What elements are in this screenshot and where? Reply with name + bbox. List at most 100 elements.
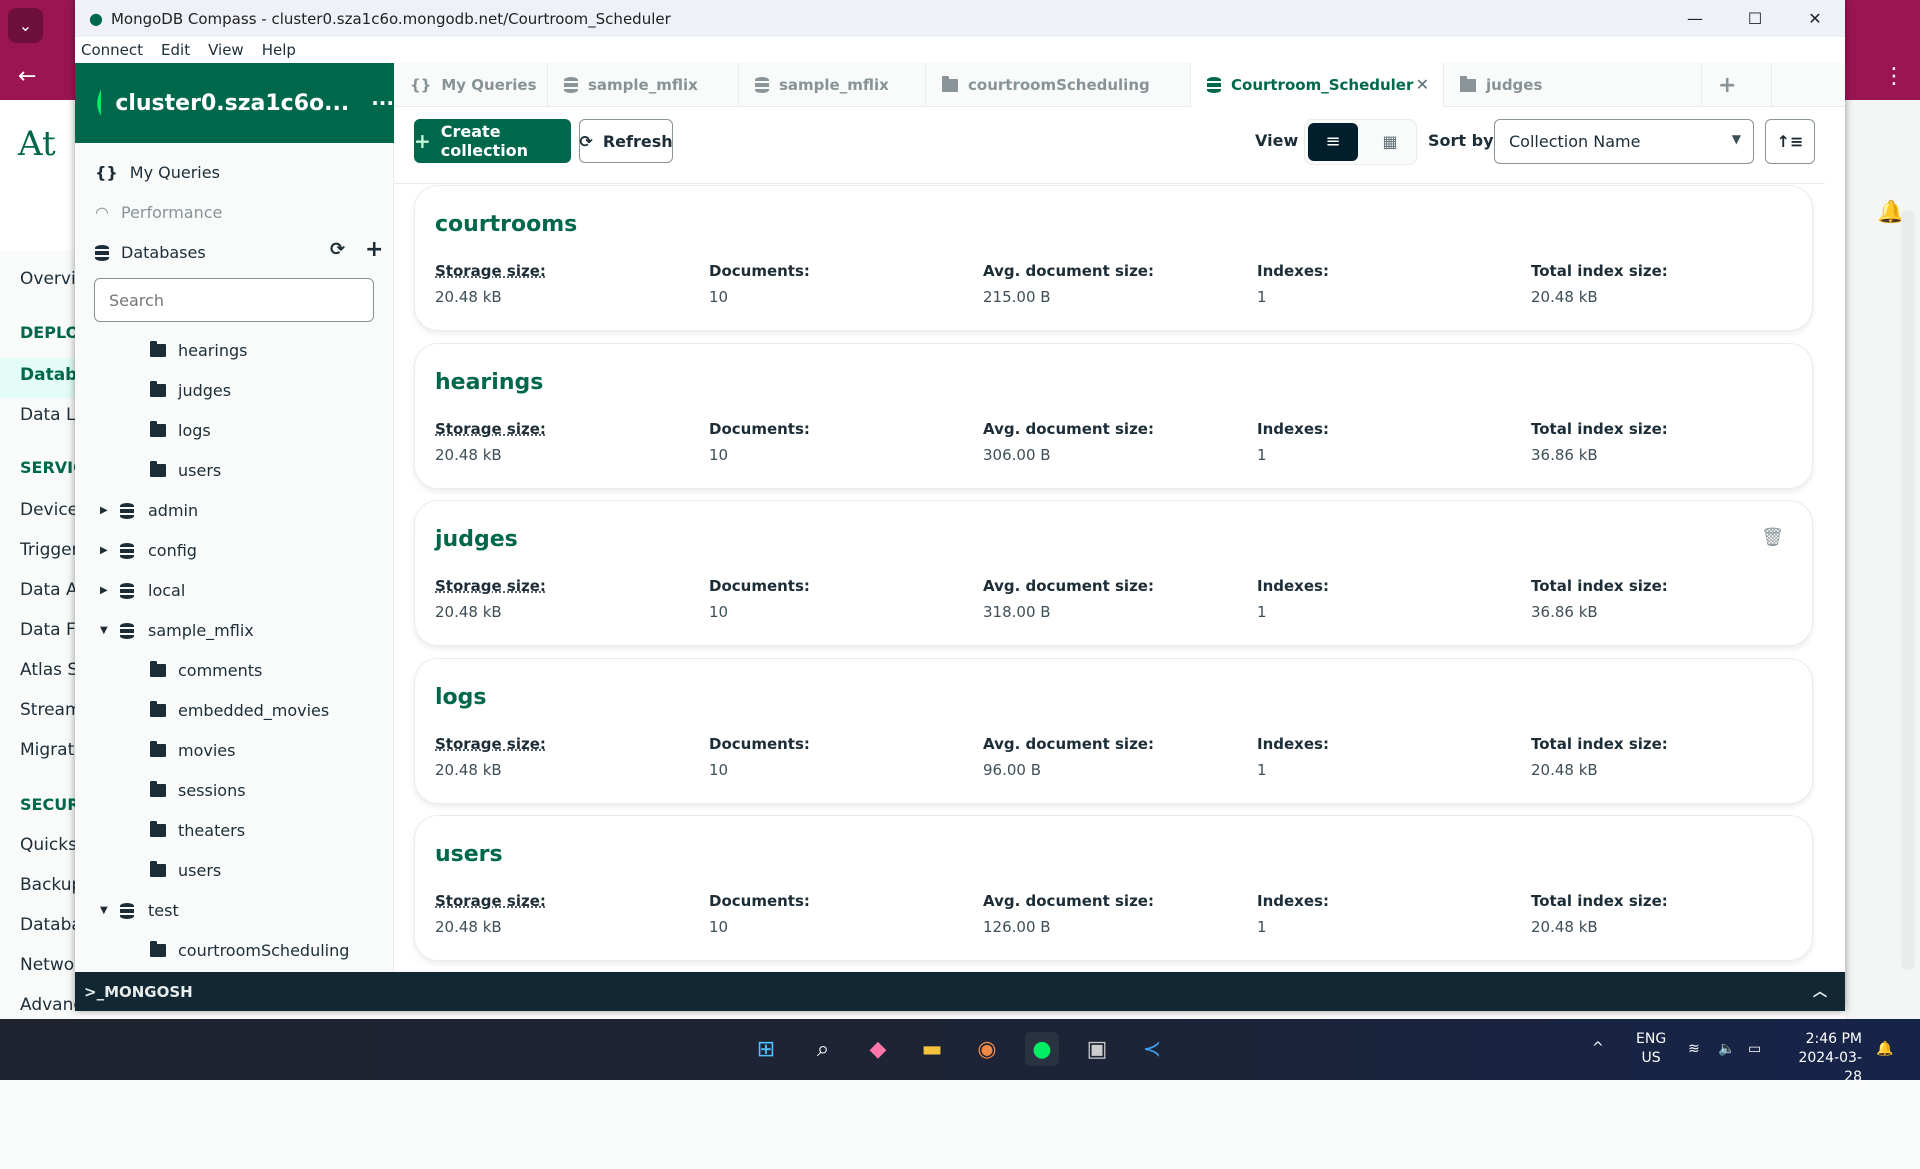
caret-right-icon[interactable]: ▶ xyxy=(100,545,120,556)
menu-help[interactable]: Help xyxy=(262,41,296,59)
collection-card-users[interactable]: users Storage size: 20.48 kB Documents: 10 Av… xyxy=(414,815,1813,961)
collection-card-judges[interactable]: judges Storage size: 20.48 kB Documents: 10 A… xyxy=(414,500,1813,646)
trash-icon[interactable]: 🗑 xyxy=(1761,527,1784,548)
nav-data-api[interactable]: Data API xyxy=(20,580,75,600)
windows-start-icon[interactable]: ⊞ xyxy=(749,1032,783,1066)
clock[interactable]: 2:46 PM 2024-03-28 xyxy=(1782,1030,1862,1087)
tree-database-sample_mflix[interactable]: ▼ sample_mflix xyxy=(100,621,254,640)
database-icon xyxy=(120,902,134,919)
tree-database-config[interactable]: ▶ config xyxy=(100,541,197,560)
tab-sample_mflix[interactable]: sample_mflix xyxy=(739,63,926,107)
caret-right-icon[interactable]: ▶ xyxy=(100,505,120,516)
new-tab-button[interactable]: + xyxy=(1702,63,1772,107)
grid-view-button[interactable]: ▦ xyxy=(1365,123,1415,161)
nav-network[interactable]: Network xyxy=(20,955,75,975)
tab-courtroom_scheduler[interactable]: Courtroom_Scheduler ✕ xyxy=(1191,63,1444,107)
vscode-icon[interactable]: ≺ xyxy=(1135,1032,1169,1066)
tree-collection-users[interactable]: users xyxy=(150,861,221,880)
chrome-icon[interactable]: ◉ xyxy=(970,1032,1004,1066)
battery-icon[interactable]: ▭ xyxy=(1748,1040,1761,1059)
create-database-icon[interactable]: + xyxy=(365,237,383,262)
tab-courtroomscheduling[interactable]: courtroomScheduling xyxy=(926,63,1191,107)
sidebar-item-performance[interactable]: ◠ Performance xyxy=(95,203,222,222)
close-window-button[interactable]: ✕ xyxy=(1785,0,1845,37)
collection-name[interactable]: users xyxy=(435,842,503,867)
terminal-icon[interactable]: ▣ xyxy=(1080,1032,1114,1066)
compass-leaf-icon: ● xyxy=(89,9,103,28)
tree-collection-hearings[interactable]: hearings xyxy=(150,341,247,360)
collection-card-hearings[interactable]: hearings Storage size: 20.48 kB Documents: 1… xyxy=(414,342,1813,489)
tree-database-test[interactable]: ▼ test xyxy=(100,901,179,920)
tree-collection-comments[interactable]: comments xyxy=(150,661,262,680)
sort-direction-button[interactable]: ↑≡ xyxy=(1765,119,1815,164)
refresh-button[interactable]: ⟳ Refresh xyxy=(579,119,673,163)
compass-taskbar-icon[interactable]: ● xyxy=(1025,1032,1059,1066)
tree-collection-judges[interactable]: judges xyxy=(150,381,231,400)
wifi-icon[interactable]: ≋ xyxy=(1688,1040,1700,1059)
mongosh-bar[interactable]: >_MONGOSH ︿ xyxy=(75,972,1845,1011)
volume-icon[interactable]: 🔈 xyxy=(1718,1040,1735,1059)
sidebar-search-input[interactable] xyxy=(94,278,374,322)
nav-migration[interactable]: Migration xyxy=(20,740,75,760)
nav-data-federation[interactable]: Data Federation xyxy=(20,620,75,640)
collection-card-courtrooms[interactable]: courtrooms Storage size: 20.48 kB Documents… xyxy=(414,185,1813,331)
collection-name[interactable]: judges xyxy=(435,527,518,552)
menu-connect[interactable]: Connect xyxy=(81,41,143,59)
tree-collection-movies[interactable]: movies xyxy=(150,741,235,760)
tree-database-local[interactable]: ▶ local xyxy=(100,581,185,600)
create-collection-button[interactable]: + Create collection xyxy=(414,119,571,163)
connection-options-button[interactable]: ··· xyxy=(371,91,394,115)
menu-view[interactable]: View xyxy=(208,41,244,59)
tab-my queries[interactable]: {} My Queries xyxy=(394,63,548,107)
tab-judges[interactable]: judges xyxy=(1444,63,1702,107)
content-scrollbar[interactable] xyxy=(1901,210,1915,970)
tab-list-button[interactable]: ⌄ xyxy=(8,8,43,43)
tree-collection-embedded_movies[interactable]: embedded_movies xyxy=(150,701,329,720)
collection-card-logs[interactable]: logs Storage size: 20.48 kB Documents: 10 Avg… xyxy=(414,657,1813,804)
copilot-icon[interactable]: ◆ xyxy=(861,1032,895,1066)
nav-overview[interactable]: Overview xyxy=(20,269,75,289)
caret-down-icon[interactable]: ▼ xyxy=(100,905,120,916)
menu-edit[interactable]: Edit xyxy=(161,41,190,59)
nav-device[interactable]: Device xyxy=(20,500,75,520)
nav-backup[interactable]: Backup xyxy=(20,875,75,895)
sidebar-item-databases[interactable]: Databases xyxy=(95,243,206,262)
tree-collection-sessions[interactable]: sessions xyxy=(150,781,246,800)
nav-triggers[interactable]: Triggers xyxy=(20,540,75,560)
collection-name[interactable]: hearings xyxy=(435,370,543,395)
list-view-button[interactable]: ≡ xyxy=(1308,123,1358,161)
tree-collection-logs[interactable]: logs xyxy=(150,421,211,440)
back-icon[interactable]: ← xyxy=(18,64,36,89)
nav-advanced[interactable]: Advanced xyxy=(20,995,75,1015)
nav-atlas-search[interactable]: Atlas Search xyxy=(20,660,75,680)
collection-name[interactable]: logs xyxy=(435,685,487,710)
tree-database-admin[interactable]: ▶ admin xyxy=(100,501,198,520)
tab-sample_mflix[interactable]: sample_mflix xyxy=(548,63,739,107)
notification-bell-icon[interactable]: 🔔 xyxy=(1876,1040,1893,1059)
sidebar-item-my-queries[interactable]: {} My Queries xyxy=(95,163,220,182)
tree-collection-courtroomScheduling[interactable]: courtroomScheduling xyxy=(150,941,349,960)
chevron-up-icon[interactable]: ︿ xyxy=(1813,981,1827,1001)
tree-collection-users[interactable]: users xyxy=(150,461,221,480)
nav-data-lake[interactable]: Data Lake xyxy=(20,405,75,425)
caret-down-icon[interactable]: ▼ xyxy=(100,625,120,636)
tree-collection-theaters[interactable]: theaters xyxy=(150,821,245,840)
tray-overflow-icon[interactable]: ^ xyxy=(1592,1039,1604,1058)
caret-right-icon[interactable]: ▶ xyxy=(100,585,120,596)
connection-name[interactable]: cluster0.sza1c6o... xyxy=(115,91,349,116)
language-indicator[interactable]: ENG US xyxy=(1636,1030,1666,1068)
nav-stream[interactable]: Stream xyxy=(20,700,75,720)
more-icon[interactable]: ⋮ xyxy=(1883,64,1905,89)
file-explorer-icon[interactable]: ▬ xyxy=(915,1032,949,1066)
minimize-button[interactable]: — xyxy=(1665,0,1725,37)
refresh-databases-icon[interactable]: ⟳ xyxy=(330,239,345,260)
maximize-button[interactable]: ☐ xyxy=(1725,0,1785,37)
sort-select[interactable]: Collection Name ▼ xyxy=(1494,119,1754,164)
nav-database-access[interactable]: Database xyxy=(20,915,75,935)
search-icon[interactable]: ⌕ xyxy=(806,1032,840,1066)
nav-quickstart[interactable]: Quickstart xyxy=(20,835,75,855)
nav-database[interactable]: Database xyxy=(20,365,75,385)
close-tab-icon[interactable]: ✕ xyxy=(1416,75,1429,94)
collection-name[interactable]: courtrooms xyxy=(435,212,577,237)
lang: ENG xyxy=(1636,1031,1667,1047)
